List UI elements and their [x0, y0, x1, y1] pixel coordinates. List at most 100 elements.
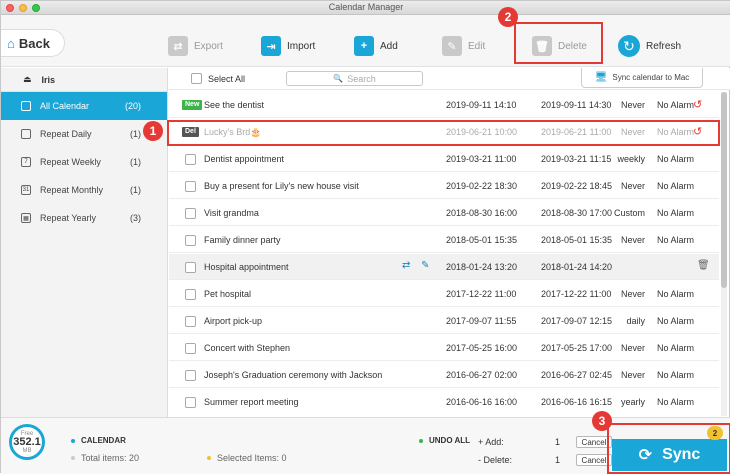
event-repeat: Never	[620, 235, 645, 245]
select-all-checkbox[interactable]	[191, 73, 202, 84]
row-checkbox[interactable]	[185, 181, 196, 192]
event-start: 2018-05-01 15:35	[446, 235, 518, 245]
annotation-number-3: 3	[592, 411, 612, 431]
table-row[interactable]: Hospital appointment ⇄ ✎ 2018-01-24 13:2…	[169, 254, 719, 280]
clock-icon	[21, 129, 31, 139]
calendar-grid-icon: ▦	[21, 213, 31, 223]
event-start: 2019-02-22 18:30	[446, 181, 518, 191]
table-row[interactable]: Visit grandma 2018-08-30 16:00 2018-08-3…	[169, 200, 719, 226]
total-items-label: Total items: 20	[81, 453, 140, 463]
annotation-box-2	[514, 22, 603, 64]
delete-summary-label: - Delete:	[478, 455, 513, 465]
sidebar: ⏏ Iris All Calendar (20) Repeat Daily (1…	[1, 68, 168, 417]
table-row[interactable]: Concert with Stephen 2017-05-25 16:00 20…	[169, 335, 719, 361]
row-checkbox[interactable]	[185, 208, 196, 219]
account-header[interactable]: ⏏ Iris	[1, 68, 167, 92]
row-checkbox[interactable]	[185, 316, 196, 327]
selected-items-label: Selected Items: 0	[217, 453, 287, 463]
event-start: 2016-06-16 16:00	[446, 397, 518, 407]
edit-label: Edit	[468, 40, 486, 52]
add-label: Add	[380, 40, 398, 52]
event-alarm: No Alarm	[657, 181, 695, 191]
table-row[interactable]: Dentist appointment 2019-03-21 11:00 201…	[169, 146, 719, 172]
event-alarm: No Alarm	[657, 370, 695, 380]
calendar-31-icon: 31	[21, 185, 31, 195]
undo-all-button[interactable]: UNDO ALL	[419, 436, 470, 445]
event-alarm: No Alarm	[657, 208, 695, 218]
sidebar-item-repeat-monthly[interactable]: 31 Repeat Monthly (1)	[1, 176, 167, 204]
event-title: Joseph's Graduation ceremony with Jackso…	[204, 370, 383, 380]
row-checkbox[interactable]	[185, 370, 196, 381]
select-all-label: Select All	[208, 73, 246, 84]
blue-dot-icon	[71, 438, 75, 443]
export-icon: ⇄	[168, 36, 188, 56]
event-start: 2017-09-07 11:55	[446, 316, 517, 326]
undo-icon[interactable]: ↺	[693, 98, 702, 111]
refresh-icon: ↻	[618, 35, 640, 57]
table-row[interactable]: New See the dentist 2019-09-11 14:10 201…	[169, 92, 719, 118]
row-checkbox[interactable]	[185, 289, 196, 300]
sidebar-item-repeat-yearly[interactable]: ▦ Repeat Yearly (3)	[1, 204, 167, 232]
event-start: 2016-06-27 02:00	[446, 370, 518, 380]
window-title: Calendar Manager	[328, 2, 404, 12]
refresh-button[interactable]: ↻ Refresh	[618, 31, 681, 61]
row-checkbox[interactable]	[185, 262, 196, 273]
sidebar-item-repeat-daily[interactable]: Repeat Daily (1)	[1, 120, 167, 148]
row-checkbox[interactable]	[185, 397, 196, 408]
event-alarm: No Alarm	[657, 343, 695, 353]
event-alarm: No Alarm	[657, 316, 695, 326]
home-icon: ⌂	[7, 35, 15, 51]
scrollbar-thumb[interactable]	[721, 92, 727, 288]
sidebar-item-label: Repeat Daily	[40, 129, 92, 139]
calendar-label: CALENDAR	[81, 436, 126, 445]
search-input[interactable]: 🔍 Search	[286, 71, 423, 86]
delete-count: 1	[554, 455, 560, 465]
title-bar: Calendar Manager	[1, 1, 730, 15]
table-row[interactable]: Airport pick-up 2017-09-07 11:55 2017-09…	[169, 308, 719, 334]
row-checkbox[interactable]	[185, 154, 196, 165]
event-end: 2018-01-24 14:20	[541, 262, 613, 272]
account-name: Iris	[41, 74, 56, 85]
sidebar-item-count: (20)	[124, 101, 141, 111]
undo-all-label: UNDO ALL	[429, 436, 471, 445]
select-all[interactable]: Select All	[185, 73, 245, 84]
search-icon: 🔍	[333, 74, 344, 83]
list-header: Select All 🔍 Search 🖥 Sync calendar to M…	[169, 68, 730, 90]
list-scrollbar[interactable]	[721, 92, 727, 416]
calendar-icon	[21, 101, 31, 111]
storage-unit: MB	[22, 447, 32, 454]
add-button[interactable]: + Add	[354, 31, 398, 61]
selected-items: Selected Items: 0	[207, 453, 287, 463]
event-repeat: Never	[620, 370, 645, 380]
export-row-icon[interactable]: ⇄	[402, 260, 410, 271]
edit-button[interactable]: ✎ Edit	[442, 31, 485, 61]
row-checkbox[interactable]	[185, 343, 196, 354]
back-button[interactable]: ⌂ Back	[1, 29, 65, 57]
event-start: 2019-09-11 14:10	[446, 100, 517, 110]
table-row[interactable]: Joseph's Graduation ceremony with Jackso…	[169, 362, 719, 388]
import-icon: ⇥	[261, 36, 281, 56]
annotation-box-1	[167, 120, 720, 146]
sidebar-item-label: Repeat Weekly	[40, 157, 101, 167]
row-actions: ⇄ ✎	[402, 260, 430, 271]
import-button[interactable]: ⇥ Import	[261, 31, 315, 61]
delete-summary: - Delete: 1 Cancel	[478, 454, 612, 466]
sync-to-mac-button[interactable]: 🖥 Sync calendar to Mac	[581, 68, 703, 88]
sidebar-item-count: (1)	[130, 185, 141, 195]
table-row[interactable]: Buy a present for Lily's new house visit…	[169, 173, 719, 199]
row-checkbox[interactable]	[185, 235, 196, 246]
table-row[interactable]: Summer report meeting 2016-06-16 16:00 2…	[169, 389, 719, 412]
export-button[interactable]: ⇄ Export	[168, 31, 223, 61]
edit-row-icon[interactable]: ✎	[421, 260, 429, 271]
sidebar-item-repeat-weekly[interactable]: 7 Repeat Weekly (1)	[1, 148, 167, 176]
sidebar-item-all-calendar[interactable]: All Calendar (20)	[1, 92, 167, 120]
event-repeat: Never	[620, 343, 645, 353]
monitor-icon: 🖥	[594, 72, 608, 83]
sidebar-item-count: (3)	[130, 213, 141, 223]
event-start: 2017-12-22 11:00	[446, 289, 517, 299]
trash-icon[interactable]: 🗑	[697, 260, 710, 271]
table-row[interactable]: Family dinner party 2018-05-01 15:35 201…	[169, 227, 719, 253]
toolbar: ⌂ Back ⇄ Export ⇥ Import + Add ✎ Edit 🗑 …	[1, 15, 730, 67]
table-row[interactable]: Pet hospital 2017-12-22 11:00 2017-12-22…	[169, 281, 719, 307]
green-dot-icon	[419, 438, 423, 443]
